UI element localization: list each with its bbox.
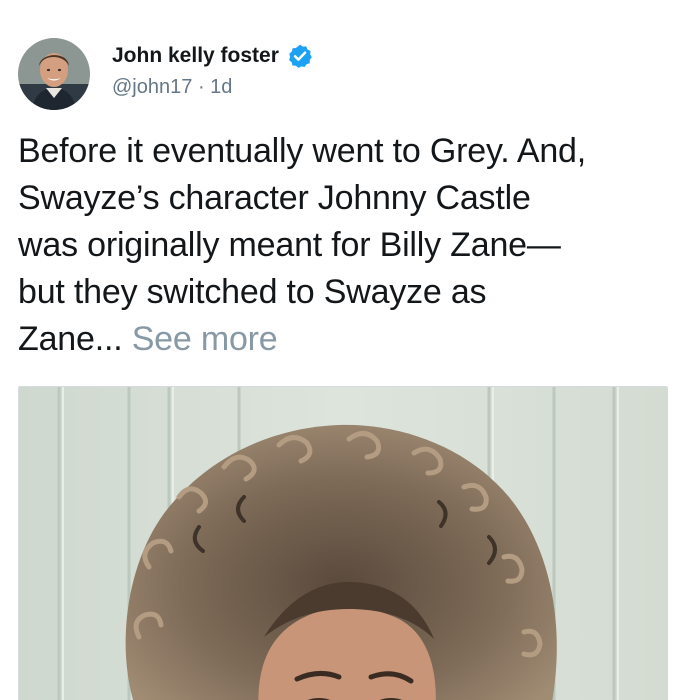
tweet-text-last-line: Zane... See more	[18, 316, 682, 363]
author-name[interactable]: John kelly foster	[112, 44, 279, 68]
tweet-text-line: was originally meant for Billy Zane—	[18, 226, 561, 264]
see-more-link[interactable]: See more	[132, 320, 278, 358]
tweet-text-line: Swayze’s character Johnny Castle	[18, 179, 531, 217]
tweet-text-line: Zane...	[18, 320, 123, 358]
tweet-header: John kelly foster @john17 · 1d	[18, 38, 682, 114]
author-meta: @john17 · 1d	[112, 76, 232, 99]
tweet-text-line: but they switched to Swayze as	[18, 273, 487, 311]
tweet-photo[interactable]	[18, 386, 668, 700]
verified-badge-icon	[287, 43, 313, 69]
tweet-text-line: Before it eventually went to Grey. And,	[18, 132, 586, 170]
profile-photo-avatar-icon	[18, 38, 90, 110]
tweet-text: Before it eventually went to Grey. And, …	[18, 128, 682, 363]
post-time[interactable]: 1d	[210, 76, 232, 98]
author-avatar[interactable]	[18, 38, 90, 110]
curly-haired-woman-photo-icon	[19, 387, 667, 700]
author-name-row: John kelly foster	[112, 42, 313, 70]
meta-separator: ·	[197, 76, 211, 98]
author-handle[interactable]: @john17	[112, 76, 192, 98]
tweet-card: John kelly foster @john17 · 1d Before it…	[0, 0, 700, 700]
